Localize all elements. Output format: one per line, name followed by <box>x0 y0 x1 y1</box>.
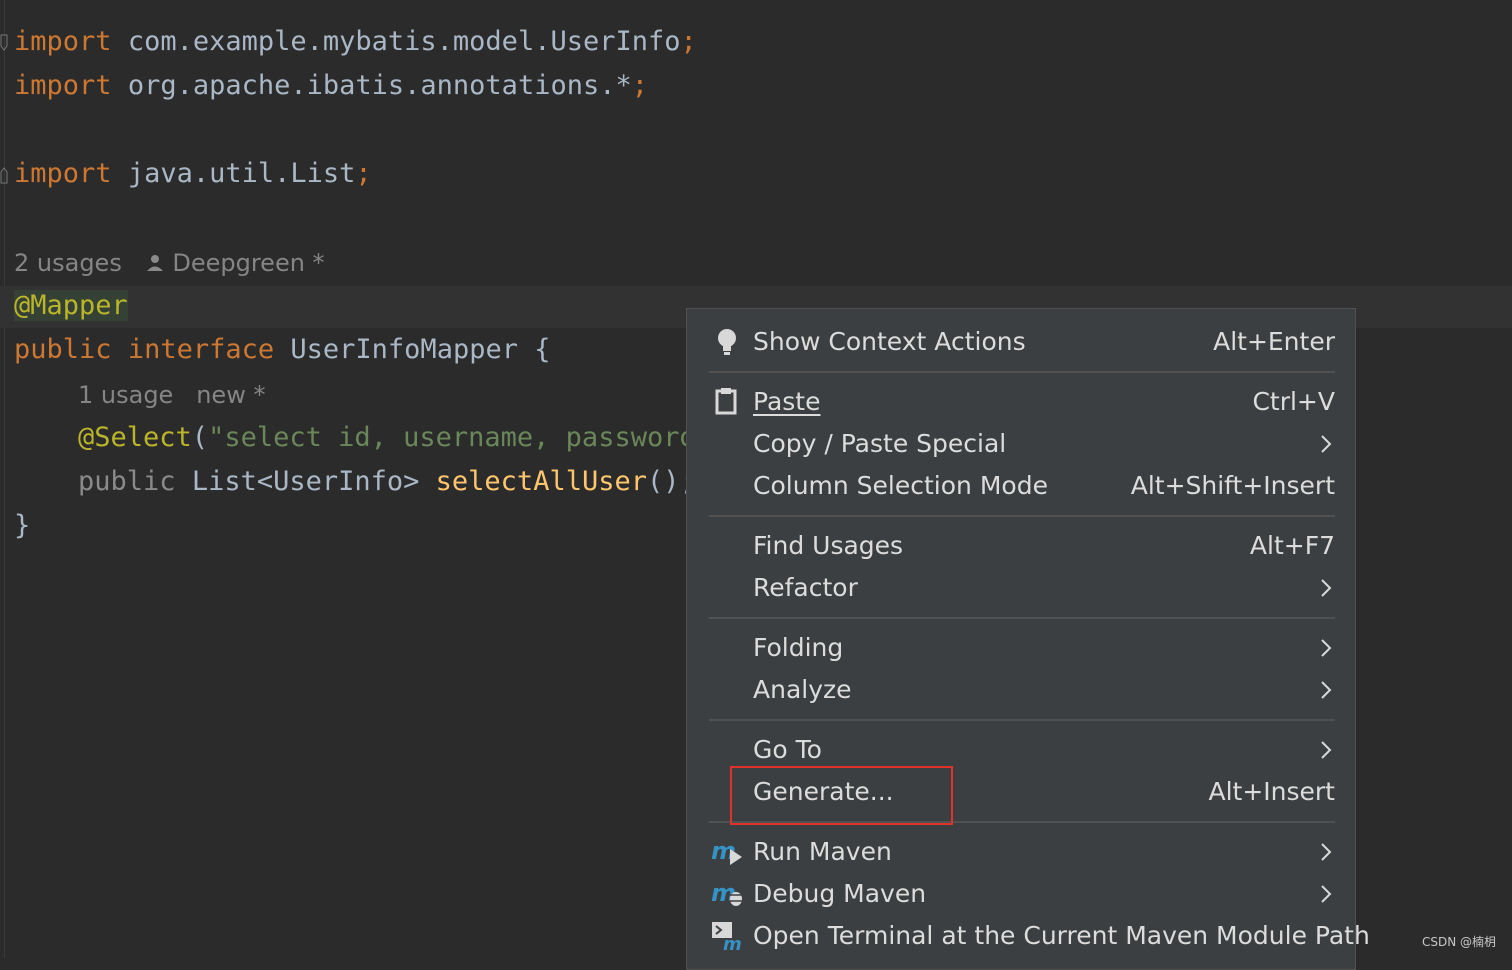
menu-item-label: Refactor <box>753 573 858 602</box>
menu-separator <box>709 515 1335 517</box>
usages-hint[interactable]: 1 usage <box>78 381 173 409</box>
fold-end-icon[interactable] <box>0 166 8 184</box>
menu-item-label: Show Context Actions <box>753 327 1026 356</box>
menu-separator <box>709 371 1335 373</box>
class-name: UserInfoMapper <box>290 334 518 365</box>
code-line-method-decl[interactable]: public List<UserInfo> selectAllUser(); <box>78 462 696 502</box>
chevron-right-icon <box>1319 680 1333 700</box>
menu-item-label: Folding <box>753 633 844 662</box>
menu-item-label: Analyze <box>753 675 852 704</box>
import-path: org.apache.ibatis.annotations.* <box>127 70 632 101</box>
fold-start-icon[interactable] <box>0 34 8 52</box>
generate-highlight-box <box>730 766 953 825</box>
gutter-border <box>4 0 5 958</box>
menu-item-folding[interactable]: Folding <box>687 627 1355 669</box>
menu-item-label: Run Maven <box>753 837 892 866</box>
menu-item-label: Find Usages <box>753 531 904 560</box>
usages-hint[interactable]: 2 usages <box>14 249 122 277</box>
code-line-close-brace[interactable]: } <box>14 506 30 546</box>
lightbulb-icon <box>711 327 745 357</box>
keyword: public <box>14 334 112 365</box>
menu-item-label-text: Paste <box>753 387 821 416</box>
chevron-right-icon <box>1319 740 1333 760</box>
clipboard-icon <box>711 387 745 417</box>
menu-item-shortcut: Alt+Shift+Insert <box>1130 471 1335 500</box>
maven-run-icon: m <box>711 837 745 867</box>
semicolon: ; <box>680 26 697 57</box>
chevron-right-icon <box>1319 638 1333 658</box>
menu-item-label: Column Selection Mode <box>753 471 1048 500</box>
code-line-class-decl[interactable]: public interface UserInfoMapper { <box>14 330 551 370</box>
semicolon: ; <box>631 70 648 101</box>
import-path: com.example.mybatis.model.UserInfo <box>127 26 681 57</box>
chevron-right-icon <box>1319 842 1333 862</box>
menu-item-label: Go To <box>753 735 822 764</box>
menu-item-open-terminal-maven[interactable]: m Open Terminal at the Current Maven Mod… <box>687 915 1370 957</box>
keyword: import <box>14 26 112 57</box>
menu-item-shortcut: Alt+Enter <box>1213 327 1335 356</box>
menu-item-find-usages[interactable]: Find Usages Alt+F7 <box>687 525 1355 567</box>
menu-item-shortcut: Ctrl+V <box>1252 387 1335 416</box>
code-line-import-1[interactable]: import com.example.mybatis.model.UserInf… <box>14 22 697 62</box>
author-hint[interactable]: new * <box>196 381 265 409</box>
menu-item-analyze[interactable]: Analyze <box>687 669 1355 711</box>
menu-item-shortcut: Alt+Insert <box>1208 777 1335 806</box>
sql-string: "select id, username, password <box>208 422 696 453</box>
method-name: selectAllUser <box>435 466 647 497</box>
author-icon <box>145 249 165 277</box>
menu-item-show-context-actions[interactable]: Show Context Actions Alt+Enter <box>687 321 1355 363</box>
chevron-right-icon <box>1319 884 1333 904</box>
brace: } <box>14 510 31 541</box>
keyword: interface <box>127 334 275 365</box>
mapper-annotation: @Mapper <box>14 290 128 321</box>
return-type: List<UserInfo> <box>191 466 420 497</box>
maven-debug-icon: m <box>711 879 745 909</box>
menu-item-column-selection-mode[interactable]: Column Selection Mode Alt+Shift+Insert <box>687 465 1355 507</box>
svg-text:m: m <box>723 934 742 951</box>
chevron-right-icon <box>1319 578 1333 598</box>
class-inlay-hint[interactable]: 2 usages Deepgreen * <box>14 246 325 280</box>
menu-item-refactor[interactable]: Refactor <box>687 567 1355 609</box>
chevron-right-icon <box>1319 434 1333 454</box>
menu-separator <box>709 719 1335 721</box>
watermark: CSDN @楠枂 <box>1421 935 1496 949</box>
editor-context-menu: Show Context Actions Alt+Enter Paste Ctr… <box>686 308 1370 970</box>
menu-item-label: Debug Maven <box>753 879 927 908</box>
menu-item-shortcut: Alt+F7 <box>1249 531 1335 560</box>
code-line-import-3[interactable]: import java.util.List; <box>14 154 372 194</box>
select-annotation: @Select <box>78 422 192 453</box>
menu-item-label: Open Terminal at the Current Maven Modul… <box>753 921 1370 950</box>
menu-separator <box>709 617 1335 619</box>
author-hint[interactable]: Deepgreen * <box>172 249 324 277</box>
brace: { <box>534 334 551 365</box>
code-line-import-2[interactable]: import org.apache.ibatis.annotations.*; <box>14 66 648 106</box>
keyword: import <box>14 70 112 101</box>
maven-terminal-icon: m <box>711 921 745 955</box>
menu-item-run-maven[interactable]: m Run Maven <box>687 831 1355 873</box>
menu-item-label: Paste <box>753 381 820 423</box>
menu-item-debug-maven[interactable]: m Debug Maven <box>687 873 1355 915</box>
semicolon: ; <box>355 158 372 189</box>
keyword: public <box>78 466 176 497</box>
code-line-select[interactable]: @Select("select id, username, password <box>78 418 696 458</box>
menu-item-paste[interactable]: Paste Ctrl+V <box>687 381 1355 423</box>
keyword: import <box>14 158 112 189</box>
menu-item-copy-paste-special[interactable]: Copy / Paste Special <box>687 423 1355 465</box>
menu-item-label: Copy / Paste Special <box>753 429 1007 458</box>
method-inlay-hint[interactable]: 1 usage new * <box>78 378 265 412</box>
import-path: java.util.List <box>127 158 356 189</box>
code-line-annotation[interactable]: @Mapper <box>14 286 128 326</box>
menu-item-go-to[interactable]: Go To <box>687 729 1355 771</box>
paren: ( <box>191 422 209 453</box>
